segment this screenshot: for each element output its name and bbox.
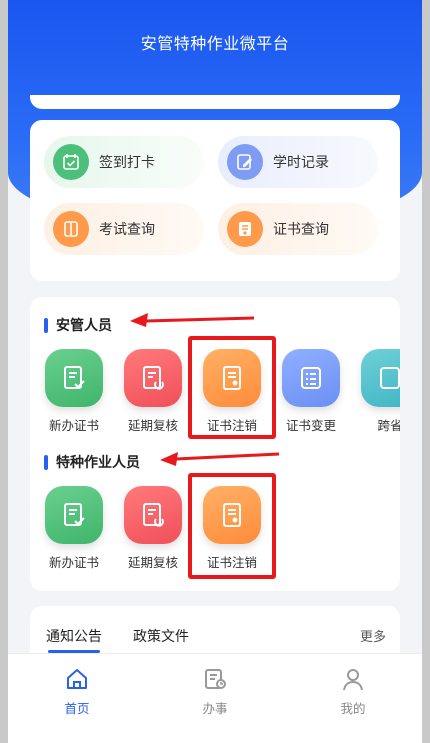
certificate-icon xyxy=(227,211,263,247)
new-certificate-icon xyxy=(45,349,103,407)
renew-icon xyxy=(124,486,182,544)
quick-checkin-button[interactable]: 签到打卡 xyxy=(44,136,204,188)
page-title: 安管特种作业微平台 xyxy=(140,34,290,53)
anguan-renew-button[interactable]: 延期复核 xyxy=(119,349,187,434)
tab-policy[interactable]: 政策文件 xyxy=(133,626,189,646)
anguan-cross-province-button[interactable]: 跨省 xyxy=(356,349,400,434)
tezhong-new-cert-label: 新办证书 xyxy=(48,555,99,570)
anguan-change-cert-label: 证书变更 xyxy=(285,418,336,433)
banner-edge xyxy=(30,95,400,109)
quick-exam-button[interactable]: 考试查询 xyxy=(44,203,204,255)
calendar-check-icon xyxy=(53,144,89,180)
quick-cert-button[interactable]: 证书查询 xyxy=(218,203,378,255)
book-icon xyxy=(53,211,89,247)
tab-tasks[interactable]: 办事 xyxy=(175,666,255,717)
renew-icon xyxy=(124,349,182,407)
highlight-box xyxy=(188,336,276,439)
anguan-new-cert-button[interactable]: 新办证书 xyxy=(40,349,108,434)
section-marker xyxy=(44,317,48,333)
quick-actions-card: 签到打卡 学时记录 考试查询 证书查询 xyxy=(30,120,400,281)
user-icon xyxy=(340,669,366,696)
section-title-tezhong-text: 特种作业人员 xyxy=(56,455,140,471)
section-title-tezhong: 特种作业人员 xyxy=(44,452,140,472)
quick-hours-button[interactable]: 学时记录 xyxy=(218,136,378,188)
anguan-new-cert-label: 新办证书 xyxy=(48,418,99,433)
annotation-arrow xyxy=(130,313,255,327)
cross-province-icon xyxy=(361,349,400,407)
bottom-tab-bar: 首页 办事 我的 xyxy=(8,653,422,743)
quick-cert-label: 证书查询 xyxy=(273,222,329,238)
tab-home-label: 首页 xyxy=(64,701,90,716)
home-icon xyxy=(64,669,90,696)
section-title-anguan-text: 安管人员 xyxy=(56,318,112,334)
quick-checkin-label: 签到打卡 xyxy=(99,155,155,171)
change-certificate-icon xyxy=(282,349,340,407)
anguan-change-cert-button[interactable]: 证书变更 xyxy=(277,349,345,434)
section-marker xyxy=(44,454,48,470)
anguan-renew-label: 延期复核 xyxy=(127,418,178,433)
app-screen: 安管特种作业微平台 签到打卡 学时记录 考试查询 证书查询 安管人员 新办证书 … xyxy=(8,0,422,743)
highlight-box xyxy=(188,473,276,579)
quick-hours-label: 学时记录 xyxy=(273,155,329,171)
tezhong-renew-label: 延期复核 xyxy=(127,555,178,570)
tezhong-new-cert-button[interactable]: 新办证书 xyxy=(40,486,108,571)
tab-notice[interactable]: 通知公告 xyxy=(46,626,102,653)
anguan-cross-province-label: 跨省 xyxy=(377,418,400,433)
section-title-anguan: 安管人员 xyxy=(44,315,112,335)
more-link[interactable]: 更多 xyxy=(360,626,386,645)
tasks-icon xyxy=(202,669,228,696)
new-certificate-icon xyxy=(45,486,103,544)
tab-tasks-label: 办事 xyxy=(202,701,228,716)
annotation-arrow xyxy=(160,452,280,466)
quick-exam-label: 考试查询 xyxy=(99,222,155,238)
tab-profile[interactable]: 我的 xyxy=(313,666,393,717)
tab-profile-label: 我的 xyxy=(340,701,366,716)
pencil-note-icon xyxy=(227,144,263,180)
tab-home[interactable]: 首页 xyxy=(37,666,117,717)
tezhong-renew-button[interactable]: 延期复核 xyxy=(119,486,187,571)
